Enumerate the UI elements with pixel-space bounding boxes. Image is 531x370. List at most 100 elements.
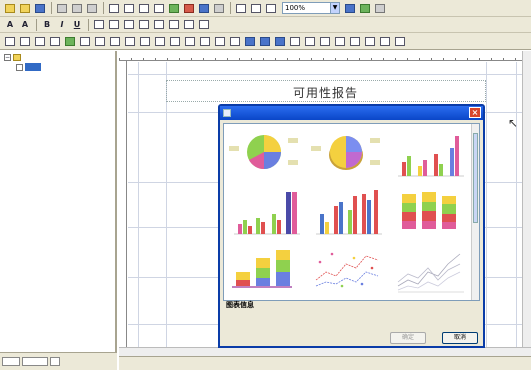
layout-tool-20[interactable] xyxy=(288,35,302,48)
zoom-select[interactable]: 100% ▼ xyxy=(282,2,340,14)
tab-report-structure[interactable] xyxy=(22,357,48,366)
layout-tool-10[interactable] xyxy=(138,35,152,48)
layout-tool-19[interactable] xyxy=(273,35,287,48)
preview-button[interactable] xyxy=(264,2,278,15)
tab-file[interactable] xyxy=(2,357,20,366)
undo-icon xyxy=(236,3,246,13)
increase-font-button[interactable]: A xyxy=(3,18,17,31)
align-left-icon xyxy=(94,20,104,29)
layout-tool-9[interactable] xyxy=(123,35,137,48)
run-button[interactable] xyxy=(358,2,372,15)
tab-extra[interactable] xyxy=(50,357,60,366)
chart-thumb-column[interactable] xyxy=(390,126,470,182)
chart-thumb-line[interactable] xyxy=(390,242,470,298)
dialog-titlebar[interactable]: × xyxy=(220,106,483,120)
layout-tool-13[interactable] xyxy=(183,35,197,48)
chart-thumb-pie[interactable] xyxy=(226,126,306,182)
layout-tool-14[interactable] xyxy=(198,35,212,48)
paste-button[interactable] xyxy=(85,2,99,15)
table-tool-button[interactable] xyxy=(197,2,211,15)
underline-button[interactable]: U xyxy=(70,18,84,31)
chart-thumb-column-cluster[interactable] xyxy=(308,184,388,240)
gallery-scrollbar[interactable] xyxy=(471,124,479,300)
report-title[interactable]: 可用性报告 xyxy=(293,84,358,101)
layout-tool-5[interactable] xyxy=(63,35,77,48)
open-button[interactable] xyxy=(18,2,32,15)
bold-button[interactable]: B xyxy=(40,18,54,31)
align-left-button[interactable] xyxy=(92,18,106,31)
open-folder-icon xyxy=(20,3,30,13)
status-bar xyxy=(119,356,531,370)
search-button[interactable] xyxy=(343,2,357,15)
layout-icon xyxy=(380,36,390,46)
border-button[interactable] xyxy=(152,18,166,31)
chart-thumb-area-2[interactable] xyxy=(308,296,388,300)
font-color-button[interactable] xyxy=(182,18,196,31)
layout-tool-15[interactable] xyxy=(213,35,227,48)
italic-button[interactable]: I xyxy=(55,18,69,31)
redo-button[interactable] xyxy=(249,2,263,15)
justify-button[interactable] xyxy=(137,18,151,31)
main-toolbar: 100% ▼ xyxy=(0,0,531,17)
layout-tool-2[interactable] xyxy=(18,35,32,48)
copy-button[interactable] xyxy=(70,2,84,15)
layout-tool-8[interactable] xyxy=(108,35,122,48)
align-center-button[interactable] xyxy=(107,18,121,31)
layout-tool-7[interactable] xyxy=(93,35,107,48)
cut-button[interactable] xyxy=(55,2,69,15)
layout-tool-21[interactable] xyxy=(303,35,317,48)
ellipse-tool-button[interactable] xyxy=(152,2,166,15)
chart-thumb-column-3d[interactable] xyxy=(226,184,306,240)
select-tool-button[interactable] xyxy=(107,2,121,15)
toolbar-separator xyxy=(103,2,104,14)
image-tool-button[interactable] xyxy=(167,2,181,15)
layout-icon xyxy=(20,36,30,46)
cancel-button[interactable]: 取消 xyxy=(442,332,478,344)
chart-thumb-pie-3d[interactable] xyxy=(308,126,388,182)
collapse-icon[interactable]: − xyxy=(4,54,11,61)
format-toolbar: A A B I U xyxy=(0,17,531,33)
layout-tool-26[interactable] xyxy=(378,35,392,48)
chevron-down-icon[interactable]: ▼ xyxy=(330,3,339,13)
undo-button[interactable] xyxy=(234,2,248,15)
layout-tool-12[interactable] xyxy=(168,35,182,48)
preview-icon xyxy=(266,3,276,13)
layout-tool-1[interactable] xyxy=(3,35,17,48)
layout-tool-16[interactable] xyxy=(228,35,242,48)
layout-tool-24[interactable] xyxy=(348,35,362,48)
layout-tool-18[interactable] xyxy=(258,35,272,48)
layout-tool-27[interactable] xyxy=(393,35,407,48)
vertical-scrollbar[interactable] xyxy=(522,51,531,351)
layout-tool-3[interactable] xyxy=(33,35,47,48)
ok-button[interactable]: 确定 xyxy=(390,332,426,344)
layout-icon xyxy=(200,36,210,46)
align-right-button[interactable] xyxy=(122,18,136,31)
layout-tool-11[interactable] xyxy=(153,35,167,48)
layout-tool-17[interactable] xyxy=(243,35,257,48)
help-button[interactable] xyxy=(373,2,387,15)
layout-tool-23[interactable] xyxy=(333,35,347,48)
layout-tool-6[interactable] xyxy=(78,35,92,48)
grid-button[interactable] xyxy=(197,18,211,31)
new-file-button[interactable] xyxy=(3,2,17,15)
layout-tool-22[interactable] xyxy=(318,35,332,48)
chart-thumb-stacked-column[interactable] xyxy=(390,184,470,240)
tree-root-node[interactable]: − xyxy=(4,54,21,61)
layout-icon xyxy=(110,36,120,46)
layout-tool-4[interactable] xyxy=(48,35,62,48)
scrollbar-thumb[interactable] xyxy=(473,133,478,223)
horizontal-scrollbar[interactable] xyxy=(119,347,531,356)
chart-thumb-stacked-3d[interactable] xyxy=(226,242,306,298)
fill-color-button[interactable] xyxy=(167,18,181,31)
barcode-tool-button[interactable] xyxy=(212,2,226,15)
rectangle-tool-button[interactable] xyxy=(137,2,151,15)
chart-tool-button[interactable] xyxy=(182,2,196,15)
close-button[interactable]: × xyxy=(469,107,481,118)
decrease-font-button[interactable]: A xyxy=(18,18,32,31)
chart-thumb-scatter[interactable] xyxy=(308,242,388,298)
tree-child-node[interactable] xyxy=(16,63,41,71)
label-tool-button[interactable] xyxy=(122,2,136,15)
grid-line xyxy=(166,62,167,347)
save-button[interactable] xyxy=(33,2,47,15)
layout-tool-25[interactable] xyxy=(363,35,377,48)
